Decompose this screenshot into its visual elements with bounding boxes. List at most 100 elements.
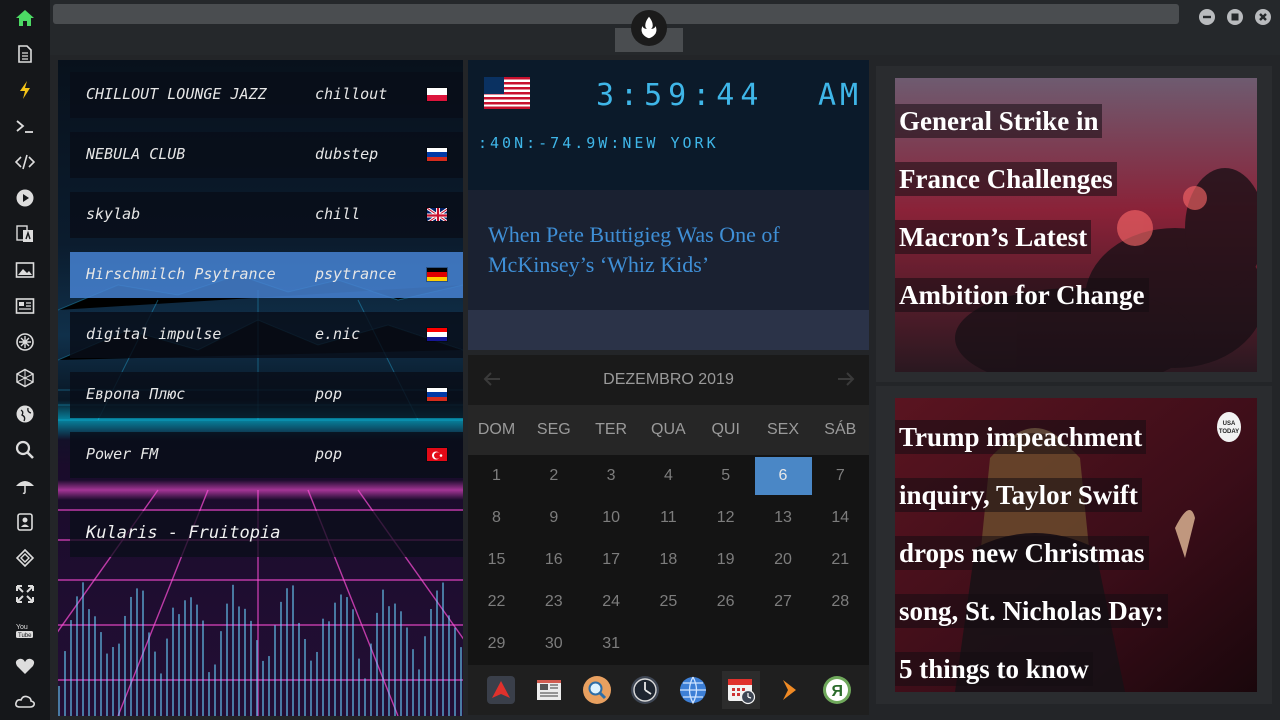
calendar-day[interactable]: 26	[697, 583, 754, 621]
calendar-day[interactable]: 9	[525, 499, 582, 537]
calendar-day[interactable]: 21	[812, 541, 869, 579]
headline-link[interactable]: When Pete Buttigieg Was One of McKinsey’…	[488, 220, 828, 280]
news-icon[interactable]	[13, 294, 37, 318]
station-row[interactable]: NEBULA CLUB dubstep	[70, 132, 463, 178]
browser-icon[interactable]	[674, 671, 712, 709]
address-bar[interactable]	[53, 4, 1179, 24]
image-icon[interactable]	[13, 258, 37, 282]
calendar-icon[interactable]	[722, 671, 760, 709]
calendar-day[interactable]: 18	[640, 541, 697, 579]
rebel-alliance-icon[interactable]	[631, 10, 667, 46]
visualizer-bar	[346, 597, 348, 716]
search-icon[interactable]	[13, 438, 37, 462]
calendar-day[interactable]: 4	[640, 457, 697, 495]
hexagon-icon[interactable]	[13, 366, 37, 390]
calendar-day[interactable]: 15	[468, 541, 525, 579]
station-row[interactable]: Power FM pop	[70, 432, 463, 478]
contact-icon[interactable]	[13, 510, 37, 534]
calendar-day[interactable]: 29	[468, 625, 525, 663]
media-icon[interactable]	[770, 671, 808, 709]
station-row[interactable]: skylab chill	[70, 192, 463, 238]
calendar-day[interactable]: 2	[525, 457, 582, 495]
station-row[interactable]: digital impulse e.nic	[70, 312, 463, 358]
diamond-icon[interactable]	[13, 546, 37, 570]
visualizer-bar	[412, 649, 414, 716]
visualizer-bar	[82, 582, 84, 716]
expand-icon[interactable]	[13, 582, 37, 606]
minimize-button[interactable]	[1199, 9, 1215, 25]
station-name: Hirschmilch Psytrance	[86, 265, 276, 283]
calendar-day[interactable]: 27	[755, 583, 812, 621]
calendar-day[interactable]: 5	[697, 457, 754, 495]
visualizer-bar	[262, 660, 264, 716]
youtube-icon[interactable]: You Tube	[13, 618, 37, 642]
calendar-day[interactable]: 24	[583, 583, 640, 621]
search-icon[interactable]	[578, 671, 616, 709]
station-genre: e.nic	[315, 325, 361, 343]
visualizer-bar	[148, 632, 150, 716]
station-row[interactable]: Европа Плюс pop	[70, 372, 463, 418]
lightning-icon[interactable]	[13, 78, 37, 102]
news-card-2[interactable]: USA TODAY Trump impeachment inquiry, Tayl…	[876, 386, 1272, 704]
visualizer-bar	[100, 632, 102, 716]
calendar-day[interactable]: 23	[525, 583, 582, 621]
visualizer-bar	[406, 627, 408, 716]
calendar-day[interactable]: 11	[640, 499, 697, 537]
calendar-day[interactable]: 13	[755, 499, 812, 537]
now-playing: Kularis - Fruitopia	[70, 511, 463, 557]
clock-icon[interactable]	[626, 671, 664, 709]
calendar-day[interactable]: 25	[640, 583, 697, 621]
station-row[interactable]: CHILLOUT LOUNGE JAZZ chillout	[70, 72, 463, 118]
translate-icon[interactable]	[13, 222, 37, 246]
calendar-day[interactable]: 1	[468, 457, 525, 495]
station-row[interactable]: Hirschmilch Psytrance psytrance	[70, 252, 463, 298]
document-icon[interactable]	[13, 42, 37, 66]
calendar-day[interactable]: 31	[583, 625, 640, 663]
visualizer-bar	[250, 620, 252, 716]
calendar-day[interactable]: 30	[525, 625, 582, 663]
play-icon[interactable]	[13, 186, 37, 210]
calendar-day[interactable]: 8	[468, 499, 525, 537]
close-button[interactable]	[1255, 9, 1271, 25]
flag-icon	[426, 207, 448, 222]
calendar-day[interactable]: 19	[697, 541, 754, 579]
visualizer-bar	[448, 615, 450, 716]
calendar-day[interactable]: 14	[812, 499, 869, 537]
news-card-1[interactable]: General Strike in France Challenges Macron…	[876, 66, 1272, 382]
umbrella-icon[interactable]	[13, 474, 37, 498]
calendar-day[interactable]: 10	[583, 499, 640, 537]
visualizer-bar	[256, 640, 258, 716]
calendar-day[interactable]: 3	[583, 457, 640, 495]
calendar-day[interactable]: 22	[468, 583, 525, 621]
visualizer-bar	[178, 614, 180, 716]
calendar-day[interactable]: 7	[812, 457, 869, 495]
globe-icon[interactable]	[13, 402, 37, 426]
visualizer-bar	[442, 582, 444, 716]
heart-icon[interactable]	[13, 654, 37, 678]
news-title-2[interactable]: Trump impeachment inquiry, Taylor Swift dr…	[895, 408, 1195, 698]
visualizer-bar	[322, 618, 324, 716]
app-launcher-icon[interactable]	[482, 671, 520, 709]
calendar-day[interactable]: 16	[525, 541, 582, 579]
calendar-day[interactable]: 28	[812, 583, 869, 621]
station-genre: pop	[315, 385, 343, 403]
visualizer-bar	[334, 602, 336, 716]
cloud-icon[interactable]	[13, 690, 37, 714]
visualizer-bar	[142, 590, 144, 716]
calendar-day[interactable]: 20	[755, 541, 812, 579]
calendar-day[interactable]: 12	[697, 499, 754, 537]
news-reader-icon[interactable]	[530, 671, 568, 709]
maximize-button[interactable]	[1227, 9, 1243, 25]
terminal-icon[interactable]	[13, 114, 37, 138]
visualizer-bar	[208, 672, 210, 716]
next-month-icon[interactable]	[834, 367, 858, 391]
visualizer-bar	[166, 638, 168, 716]
calendar-day[interactable]: 6	[754, 457, 812, 495]
visualizer-bar	[364, 678, 366, 716]
news-title-1[interactable]: General Strike in France Challenges Macron…	[895, 92, 1195, 324]
settings-icon[interactable]	[13, 330, 37, 354]
code-icon[interactable]	[13, 150, 37, 174]
yandex-icon[interactable]: Я	[818, 671, 856, 709]
home-icon[interactable]	[13, 6, 37, 30]
calendar-day[interactable]: 17	[583, 541, 640, 579]
